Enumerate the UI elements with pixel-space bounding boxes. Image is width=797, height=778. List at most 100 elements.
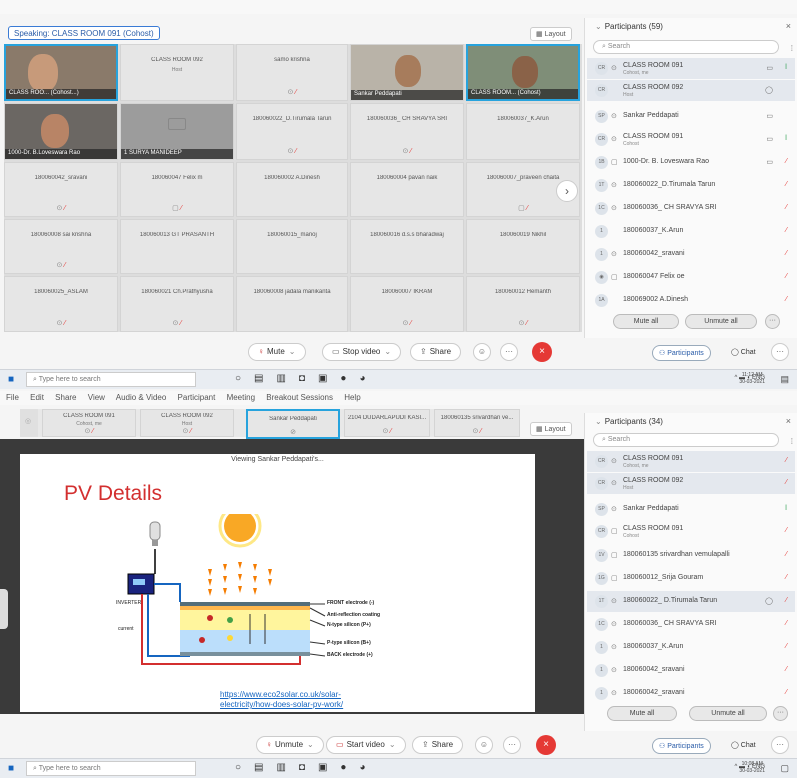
video-tile[interactable]: 1000-Dr. B.Loveswara Rao [4, 103, 118, 160]
participant-row[interactable]: SP ⊙ Sankar Peddapati ǀ [587, 499, 795, 520]
participant-row[interactable]: 1 180060037_K.Arun ⁄ [587, 221, 795, 242]
share-side-tab[interactable] [0, 589, 8, 629]
participant-row[interactable]: CR ▢ CLASS ROOM 091 Cohost ⁄ [587, 521, 795, 542]
participant-row[interactable]: 1 ⊙ 180060042_sravani ⁄ [587, 244, 795, 265]
windows-start-icon[interactable]: ■ [8, 374, 14, 385]
layout-button[interactable]: ▦ Layout [530, 27, 572, 41]
close-icon[interactable]: × [786, 416, 791, 426]
strip-tile-active-speaker[interactable]: Sankar Peddapati ⊘ [246, 409, 340, 439]
video-tile[interactable]: 180060047 Felix m ▢ ⁄ [120, 162, 234, 217]
video-tile[interactable]: 180060036_ CH SRAVYA SRI ⊙ ⁄ [350, 103, 464, 160]
video-tile[interactable]: CLASS ROO... (Cohost...) [4, 44, 118, 101]
taskbar-apps[interactable]: ○▤▥◘▣●◕ [235, 373, 379, 384]
taskbar-search-input[interactable]: ⌕ Type here to search [26, 372, 196, 387]
taskbar-apps[interactable]: ○▤▥◘▣●◕ [235, 762, 379, 773]
filmstrip-prev-icon[interactable]: ◎ [20, 409, 38, 437]
share-button[interactable]: ⇪ Share [412, 736, 464, 754]
slide-source-link[interactable]: https://www.eco2solar.co.uk/solar-electr… [220, 690, 390, 710]
layout-button[interactable]: ▦ Layout [530, 422, 572, 436]
mute-button[interactable]: ♀ Mute ⌄ [248, 343, 306, 361]
reactions-button[interactable]: ☺ [473, 343, 491, 361]
video-tile[interactable]: 180060019 Nikhil [466, 219, 580, 274]
video-tile[interactable]: 180060016 d.s.s bharadwaj [350, 219, 464, 274]
video-tile[interactable]: 180060013 GT PRASANTH [120, 219, 234, 274]
participant-row[interactable]: CR ⊙ CLASS ROOM 091 Cohost, me ▭ ǀ [587, 58, 795, 79]
menu-edit[interactable]: Edit [30, 393, 44, 402]
video-tile[interactable]: 180060021 Ch.Prathyusha ⊙ ⁄ [120, 276, 234, 332]
video-tile[interactable]: 180060008 jadala manikanta [236, 276, 348, 332]
participant-row[interactable]: 1A 180069002 A.Dinesh ⁄ [587, 290, 795, 311]
participant-row[interactable]: 1C ⊙ 180060036_ CH SRAVYA SRI ⁄ [587, 198, 795, 219]
video-tile[interactable]: 180060037_K.Arun [466, 103, 580, 160]
chat-toggle-button[interactable]: ◯ Chat [725, 345, 762, 361]
participant-row[interactable]: 1G ▢ 180060012_Srija Gouram ⁄ [587, 568, 795, 589]
strip-tile[interactable]: 2104 DUDARLAPUDI KASI... ⊙ ⁄ [344, 409, 430, 437]
mute-all-button[interactable]: Mute all [613, 314, 679, 329]
participant-row[interactable]: ◉ ▢ 180060047 Felix oe ⁄ [587, 267, 795, 288]
video-tile[interactable]: 180060015_manoj [236, 219, 348, 274]
more-options-icon[interactable]: ··· [765, 314, 780, 329]
video-tile[interactable]: CLASS ROOM... (Cohost) [466, 44, 580, 101]
close-icon[interactable]: × [786, 21, 791, 31]
participant-row[interactable]: 1T ⊙ 180060022_D.Tirumala Tarun ⁄ [587, 175, 795, 196]
menu-meeting[interactable]: Meeting [227, 393, 255, 402]
panel-options-icon[interactable]: ⁞ [791, 44, 793, 53]
video-tile[interactable]: 180060004 pavan naik [350, 162, 464, 217]
panel-more-button[interactable]: ··· [771, 343, 789, 361]
video-tile[interactable]: 180060008 sai krishna ⊙ ⁄ [4, 219, 118, 274]
strip-tile[interactable]: CLASS ROOM 091 Cohost, me ⊙ ⁄ [42, 409, 136, 437]
panel-more-button[interactable]: ··· [771, 736, 789, 754]
chat-toggle-button[interactable]: ◯ Chat [725, 738, 762, 754]
video-tile[interactable]: 180060002 A.Dinesh [236, 162, 348, 217]
taskbar-search-input[interactable]: ⌕ Type here to search [26, 761, 196, 776]
participant-row[interactable]: 1T ⊙ 180060022_ D.Tirumala Tarun ◯ ⁄ [587, 591, 795, 612]
share-button[interactable]: ⇪ Share [410, 343, 462, 361]
menu-view[interactable]: View [88, 393, 105, 402]
more-button[interactable]: ··· [500, 343, 518, 361]
participants-toggle-button[interactable]: ⚇ Participants [652, 345, 711, 361]
menu-file[interactable]: File [6, 393, 19, 402]
stop-video-button[interactable]: ▭ Stop video ⌄ [322, 343, 402, 361]
video-tile[interactable]: 1 SURYA MANIDEEP [120, 103, 234, 160]
participants-toggle-button[interactable]: ⚇ Participants [652, 738, 711, 754]
mute-all-button[interactable]: Mute all [607, 706, 677, 721]
video-tile[interactable]: Sankar Peddapati [350, 44, 464, 101]
participant-row[interactable]: 1 ⊙ 180060042_sravani ⁄ [587, 683, 795, 704]
participant-row[interactable]: CR ⊙ CLASS ROOM 091 Cohost ▭ ǀ [587, 129, 795, 150]
more-options-icon[interactable]: ··· [773, 706, 788, 721]
video-tile[interactable]: 180060042_sravani ⊙ ⁄ [4, 162, 118, 217]
next-page-arrow-icon[interactable]: › [556, 180, 578, 202]
end-call-button[interactable]: × [536, 735, 556, 755]
participant-row[interactable]: CR ⊙ CLASS ROOM 092 Host ⁄ [587, 473, 795, 494]
participant-row[interactable]: 1 ⊙ 180060037_K.Arun ⁄ [587, 637, 795, 658]
panel-options-icon[interactable]: ⁞ [791, 437, 793, 446]
reactions-button[interactable]: ☺ [475, 736, 493, 754]
notification-icon[interactable]: ▢ [780, 763, 789, 774]
participant-row[interactable]: 1B ▢ 1000-Dr. B. Loveswara Rao ▭ ⁄ [587, 152, 795, 173]
video-tile[interactable]: CLASS ROOM 092 Host [120, 44, 234, 101]
menu-share[interactable]: Share [55, 393, 76, 402]
participant-row[interactable]: 1 ⊙ 180060042_sravani ⁄ [587, 660, 795, 681]
participant-row[interactable]: CR ⊙ CLASS ROOM 091 Cohost, me ⁄ [587, 451, 795, 472]
more-button[interactable]: ··· [503, 736, 521, 754]
menu-participant[interactable]: Participant [178, 393, 216, 402]
unmute-button[interactable]: ♀ Unmute ⌄ [256, 736, 324, 754]
unmute-all-button[interactable]: Unmute all [689, 706, 767, 721]
end-call-button[interactable]: × [532, 342, 552, 362]
video-tile[interactable]: 180060025_ASLAM ⊙ ⁄ [4, 276, 118, 332]
video-tile[interactable]: 180060022_D.Tirumala Tarun ⊙ ⁄ [236, 103, 348, 160]
participant-row[interactable]: 1C ⊙ 180060036_ CH SRAVYA SRI ⁄ [587, 614, 795, 635]
participant-row[interactable]: SP ⊙ Sankar Peddapati ▭ [587, 106, 795, 127]
video-tile[interactable]: 180060012 Hemanth ⊙ ⁄ [466, 276, 580, 332]
strip-tile[interactable]: CLASS ROOM 092 Host ⊙ ⁄ [140, 409, 234, 437]
strip-tile[interactable]: 180060135 srivardhan ve... ⊙ ⁄ [434, 409, 520, 437]
video-tile[interactable]: 180060007 IKRAM ⊙ ⁄ [350, 276, 464, 332]
participant-row[interactable]: CR CLASS ROOM 092 Host ◯ [587, 80, 795, 101]
notification-icon[interactable]: ▤ [780, 374, 789, 385]
menu-breakout[interactable]: Breakout Sessions [266, 393, 333, 402]
participant-search-input[interactable]: ⌕ Search [593, 40, 779, 54]
unmute-all-button[interactable]: Unmute all [685, 314, 757, 329]
menu-audio-video[interactable]: Audio & Video [116, 393, 167, 402]
participant-search-input[interactable]: ⌕ Search [593, 433, 779, 447]
video-tile[interactable]: samo krishna ⊙ ⁄ [236, 44, 348, 101]
